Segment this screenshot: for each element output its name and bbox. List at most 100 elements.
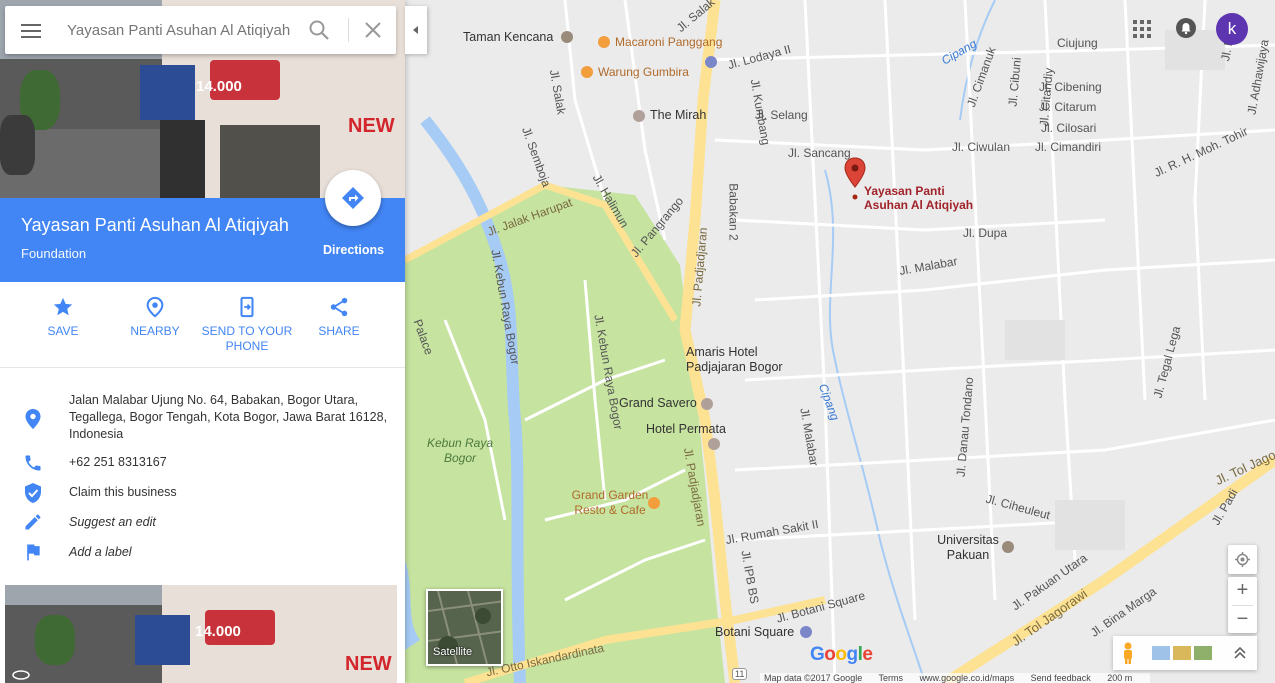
hotel-icon[interactable]: [701, 398, 713, 410]
map-label-universitas-pakuan[interactable]: Universitas Pakuan: [933, 533, 1003, 563]
map-label-hotel-permata[interactable]: Hotel Permata: [646, 422, 726, 436]
send-to-phone-button[interactable]: SEND TO YOUR PHONE: [201, 296, 293, 354]
map-data-attribution: Map data ©2017 Google: [764, 673, 863, 683]
notifications-bell-icon[interactable]: [1176, 18, 1196, 38]
transit-layer-thumb[interactable]: [1152, 646, 1170, 660]
map-label-ciujung: Ciujung: [1057, 36, 1098, 50]
zoom-out-button[interactable]: −: [1228, 606, 1257, 634]
chevron-left-icon: [413, 26, 418, 34]
photo-sign-blue: [140, 65, 195, 120]
pencil-icon: [25, 514, 41, 530]
shopping-icon[interactable]: [800, 626, 812, 638]
hotel-icon[interactable]: [708, 438, 720, 450]
layers-strip: [1113, 636, 1257, 670]
marker-label-line1[interactable]: Yayasan Panti: [864, 184, 945, 198]
map-label-botani-square[interactable]: Botani Square: [715, 625, 794, 639]
google-logo: Google: [810, 644, 873, 665]
suggest-edit-row[interactable]: Suggest an edit: [0, 512, 405, 534]
claim-row[interactable]: Claim this business: [0, 482, 405, 504]
account-avatar[interactable]: k: [1216, 13, 1248, 45]
close-icon[interactable]: [363, 20, 383, 40]
map-label-taman-kencana[interactable]: Taman Kencana: [463, 30, 553, 44]
map-label-the-mirah[interactable]: The Mirah: [650, 108, 706, 122]
save-button[interactable]: SAVE: [17, 296, 109, 339]
terrain-layer-thumb[interactable]: [1194, 646, 1212, 660]
marker-label-line2[interactable]: Asuhan Al Atiqiyah: [864, 198, 973, 212]
map-label-grand-garden[interactable]: Grand Garden Resto & Cafe: [565, 488, 655, 518]
photo-motorbike: [0, 115, 35, 175]
map-canvas[interactable]: Taman Kencana Macaroni Panggang Warung G…: [405, 0, 1275, 683]
map-label-jl-ciwulan: Jl. Ciwulan: [952, 140, 1011, 154]
satellite-toggle[interactable]: Satellite: [426, 589, 503, 666]
phone-row[interactable]: +62 251 8313167: [0, 453, 405, 475]
nearby-icon: [146, 296, 164, 318]
nearby-button[interactable]: NEARBY: [109, 296, 201, 339]
place-panel: 14.000 NEW Yayasan Panti Asuhan Al Atiqi…: [0, 0, 405, 683]
directions-label[interactable]: Directions: [323, 243, 384, 257]
restaurant-icon[interactable]: [598, 36, 610, 48]
share-label: SHARE: [318, 324, 360, 338]
phone-text: +62 251 8313167: [69, 455, 167, 469]
star-icon: [53, 297, 73, 316]
address-text: Jalan Malabar Ujung No. 64, Babakan, Bog…: [69, 393, 388, 441]
directions-icon: [342, 187, 364, 209]
maps-url-link[interactable]: www.google.co.id/maps: [920, 673, 1015, 683]
address-row[interactable]: Jalan Malabar Ujung No. 64, Babakan, Bog…: [0, 392, 405, 444]
pegman-icon[interactable]: [1121, 642, 1135, 664]
add-label-row[interactable]: Add a label: [0, 542, 405, 564]
share-icon: [330, 297, 348, 317]
phone-icon: [25, 455, 41, 471]
place-category[interactable]: Foundation: [21, 246, 86, 261]
add-label-text: Add a label: [69, 545, 132, 559]
traffic-layer-thumb[interactable]: [1173, 646, 1191, 660]
zoom-in-button[interactable]: +: [1228, 577, 1257, 605]
map-footer: Map data ©2017 Google Terms www.google.c…: [760, 673, 1151, 683]
place-marker-icon[interactable]: [844, 157, 866, 201]
nearby-label: NEARBY: [130, 324, 180, 338]
restaurant-icon[interactable]: [581, 66, 593, 78]
poi-icon[interactable]: [561, 31, 573, 43]
map-label-amaris[interactable]: Amaris Hotel Padjajaran Bogor: [686, 345, 796, 375]
location-pin-icon: [25, 409, 41, 429]
scale-label[interactable]: 200 m: [1107, 673, 1132, 683]
terms-link[interactable]: Terms: [879, 673, 904, 683]
search-box: [5, 6, 396, 54]
collapse-panel-button[interactable]: [405, 6, 427, 54]
map-label-kebun-raya[interactable]: Kebun Raya Bogor: [425, 436, 495, 466]
search-divider: [348, 18, 349, 42]
place-title: Yayasan Panti Asuhan Al Atiqiyah: [21, 215, 289, 235]
street-view-photo[interactable]: 14.000 NEW: [5, 585, 397, 683]
map-label-macaroni[interactable]: Macaroni Panggang: [615, 35, 722, 49]
apps-grid-icon[interactable]: [1133, 20, 1151, 38]
hotel-icon[interactable]: [633, 110, 645, 122]
expand-up-icon[interactable]: [1234, 646, 1246, 660]
photo-price-text: 14.000: [195, 623, 241, 640]
map-label-grand-savero[interactable]: Grand Savero: [619, 396, 697, 410]
send-to-phone-icon: [240, 296, 254, 318]
photo-new-text: NEW: [348, 115, 395, 137]
photo-new-text: NEW: [345, 653, 392, 675]
suggest-edit-text: Suggest an edit: [69, 515, 156, 529]
map-label-jl-cimandiri: Jl. Cimandiri: [1035, 140, 1102, 154]
map-label-warung[interactable]: Warung Gumbira: [598, 65, 689, 79]
send-feedback-link[interactable]: Send feedback: [1031, 673, 1091, 683]
send-to-phone-label: SEND TO YOUR PHONE: [201, 324, 293, 353]
photo-shop-door: [160, 120, 205, 198]
bell-icon: [1181, 23, 1191, 35]
map-label-jl-sancang: Jl. Sancang: [788, 146, 851, 160]
map-base-layer: [405, 0, 1275, 683]
restaurant-icon[interactable]: [648, 497, 660, 509]
shopping-icon[interactable]: [705, 56, 717, 68]
share-button[interactable]: SHARE: [293, 296, 385, 339]
directions-button[interactable]: [325, 170, 381, 226]
zoom-control: + −: [1228, 577, 1257, 633]
my-location-button[interactable]: [1228, 545, 1257, 574]
menu-icon[interactable]: [19, 20, 43, 40]
verified-shield-icon: [25, 483, 41, 503]
search-input[interactable]: [67, 18, 297, 42]
save-label: SAVE: [47, 324, 79, 338]
action-bar: SAVE NEARBY SEND TO YOUR PHONE SHARE: [0, 282, 405, 368]
school-icon[interactable]: [1002, 541, 1014, 553]
360-view-icon: [12, 670, 30, 680]
search-icon[interactable]: [308, 19, 330, 41]
